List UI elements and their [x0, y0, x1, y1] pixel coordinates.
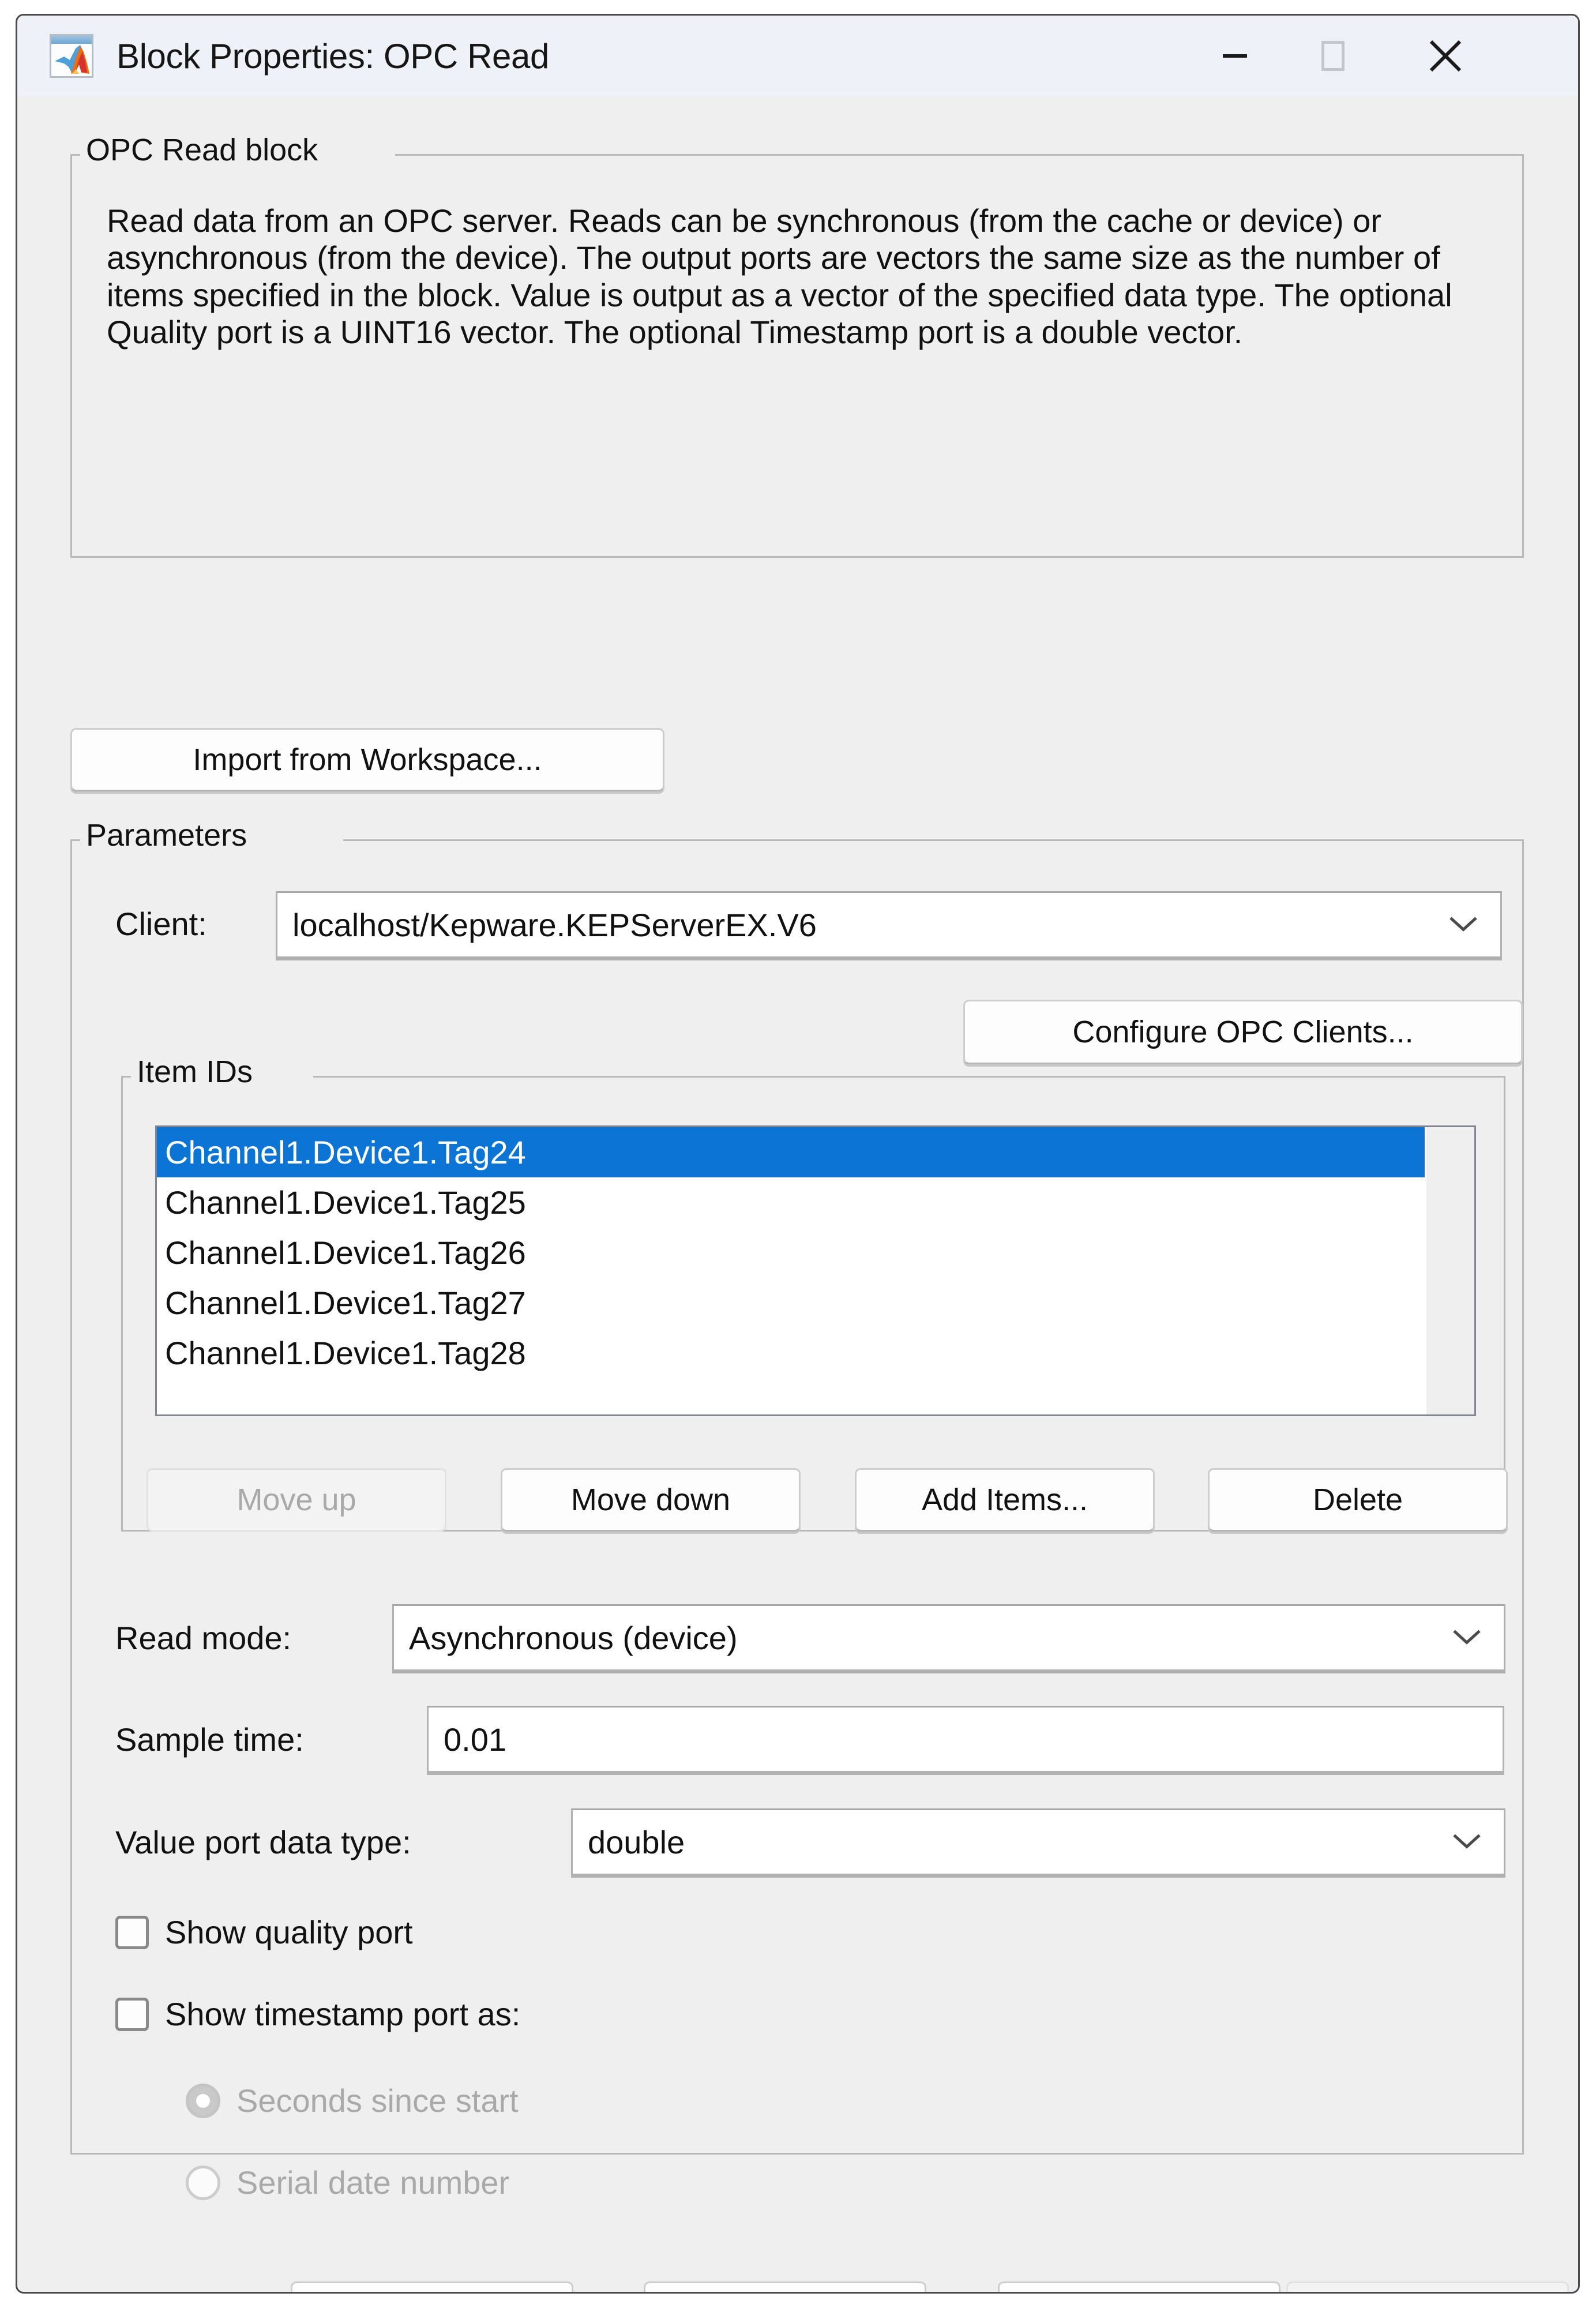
read-mode-value: Asynchronous (device) [394, 1619, 738, 1657]
close-icon [1428, 38, 1463, 74]
client-label: Client: [115, 905, 207, 943]
sample-time-input[interactable]: 0.01 [427, 1706, 1504, 1773]
maximize-icon [1321, 41, 1345, 71]
item-ids-legend: Item IDs [131, 1054, 261, 1090]
checkbox-box [115, 1998, 149, 2031]
listbox-scrollbar[interactable] [1425, 1127, 1474, 1414]
configure-opc-clients-button[interactable]: Configure OPC Clients... [963, 1000, 1523, 1064]
title-bar: Block Properties: OPC Read [17, 16, 1578, 96]
delete-button[interactable]: Delete [1208, 1468, 1508, 1532]
opc-read-block-group: OPC Read block Read data from an OPC ser… [70, 154, 1524, 558]
close-button[interactable] [1396, 16, 1494, 96]
move-down-button[interactable]: Move down [501, 1468, 801, 1532]
client-dropdown[interactable]: localhost/Kepware.KEPServerEX.V6 [276, 891, 1502, 958]
radio-dot [186, 2166, 220, 2200]
list-item[interactable]: Channel1.Device1.Tag28 [157, 1328, 1474, 1378]
move-up-button[interactable]: Move up [147, 1468, 446, 1532]
ok-button[interactable]: OK [291, 2281, 573, 2294]
parameters-legend: Parameters [80, 817, 255, 853]
value-port-data-type-label: Value port data type: [115, 1823, 411, 1861]
block-properties-dialog: Block Properties: OPC Read OPC Read bloc… [16, 14, 1580, 2294]
minimize-icon [1223, 54, 1247, 58]
timestamp-format-serial-label: Serial date number [236, 2164, 509, 2201]
show-quality-port-label: Show quality port [165, 1913, 413, 1951]
list-item[interactable]: Channel1.Device1.Tag27 [157, 1278, 1474, 1328]
show-timestamp-port-label: Show timestamp port as: [165, 1995, 520, 2033]
opc-read-block-legend: OPC Read block [80, 132, 326, 168]
add-items-button[interactable]: Add Items... [855, 1468, 1155, 1532]
checkbox-box [115, 1916, 149, 1949]
list-item[interactable]: Channel1.Device1.Tag26 [157, 1228, 1474, 1278]
chevron-down-icon [1452, 1627, 1482, 1646]
cancel-button[interactable]: Cancel [644, 2281, 926, 2294]
timestamp-format-serial-radio[interactable]: Serial date number [186, 2164, 509, 2201]
block-description-text: Read data from an OPC server. Reads can … [107, 202, 1479, 351]
import-from-workspace-button[interactable]: Import from Workspace... [70, 728, 664, 791]
minimize-button[interactable] [1186, 16, 1284, 96]
item-ids-listbox[interactable]: Channel1.Device1.Tag24 Channel1.Device1.… [155, 1125, 1476, 1416]
item-ids-group: Item IDs Channel1.Device1.Tag24 Channel1… [121, 1076, 1505, 1532]
chevron-down-icon [1448, 914, 1478, 933]
timestamp-format-seconds-radio[interactable]: Seconds since start [186, 2082, 519, 2119]
read-mode-label: Read mode: [115, 1619, 291, 1657]
sample-time-value: 0.01 [429, 1721, 506, 1758]
dialog-content: OPC Read block Read data from an OPC ser… [17, 96, 1578, 2292]
value-port-data-type-value: double [573, 1823, 685, 1861]
value-port-data-type-dropdown[interactable]: double [571, 1808, 1505, 1875]
matlab-simulink-icon [50, 34, 93, 78]
sample-time-label: Sample time: [115, 1721, 304, 1758]
read-mode-dropdown[interactable]: Asynchronous (device) [392, 1604, 1505, 1671]
client-value: localhost/Kepware.KEPServerEX.V6 [277, 906, 817, 944]
chevron-down-icon [1452, 1832, 1482, 1850]
list-item[interactable]: Channel1.Device1.Tag24 [157, 1127, 1425, 1177]
window-title: Block Properties: OPC Read [117, 36, 549, 76]
show-quality-port-checkbox[interactable]: Show quality port [115, 1913, 413, 1951]
maximize-button[interactable] [1284, 16, 1382, 96]
show-timestamp-port-checkbox[interactable]: Show timestamp port as: [115, 1995, 520, 2033]
radio-dot [186, 2084, 220, 2118]
list-item[interactable]: Channel1.Device1.Tag25 [157, 1177, 1474, 1228]
help-button[interactable]: Help [998, 2281, 1280, 2294]
apply-button[interactable]: Apply [1286, 2281, 1569, 2294]
timestamp-format-seconds-label: Seconds since start [236, 2082, 519, 2119]
